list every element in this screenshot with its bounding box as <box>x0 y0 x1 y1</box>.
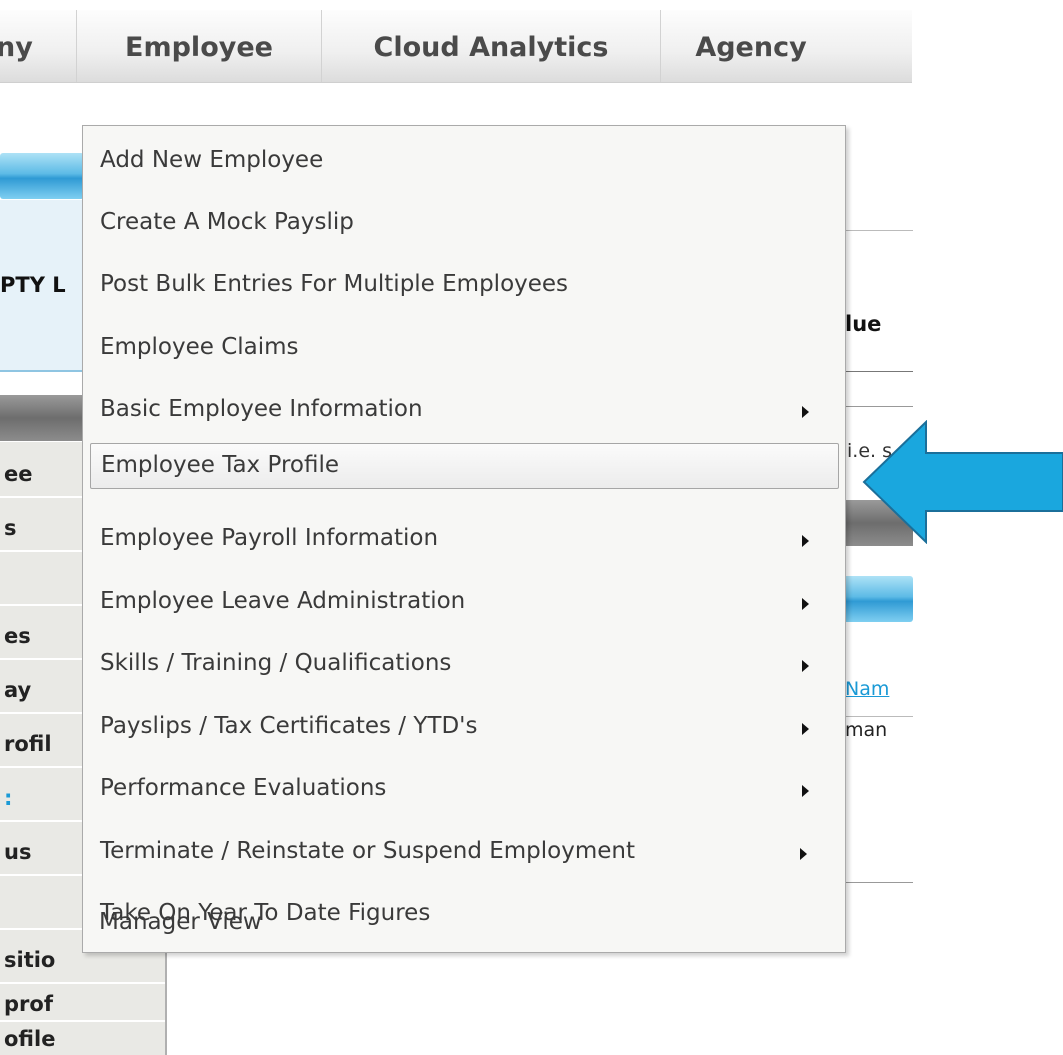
menu-item-label: Basic Employee Information <box>100 396 423 422</box>
menu-item-label: Terminate / Reinstate or Suspend Employm… <box>100 838 635 864</box>
menu-item-label: Employee Payroll Information <box>100 525 439 551</box>
menu-item-label: Performance Evaluations <box>100 775 387 801</box>
menu-item-label: Employee Leave Administration <box>100 588 466 614</box>
nav-tab-employee[interactable]: Employee <box>77 10 321 82</box>
menu-item-employee-claims[interactable]: Employee Claims <box>83 318 845 378</box>
sidebar-item-label: prof <box>4 992 53 1016</box>
nav-tab-cloud-analytics[interactable]: Cloud Analytics <box>322 10 660 82</box>
employee-dropdown-menu: Add New Employee Create A Mock Payslip P… <box>82 125 846 953</box>
menu-item-terminate-reinstate-suspend[interactable]: Terminate / Reinstate or Suspend Employm… <box>83 822 845 882</box>
menu-item-create-mock-payslip[interactable]: Create A Mock Payslip <box>83 193 845 253</box>
name-cell-fragment: man <box>845 716 913 741</box>
menu-item-label: Skills / Training / Qualifications <box>100 650 452 676</box>
submenu-arrow-icon <box>802 535 809 547</box>
sidebar-item-label: sitio <box>4 948 56 972</box>
menu-item-add-new-employee[interactable]: Add New Employee <box>83 131 845 191</box>
callout-arrow-icon <box>862 420 1063 544</box>
menu-item-label: Add New Employee <box>100 147 324 173</box>
gray-section-bar-left <box>0 395 84 441</box>
submenu-arrow-icon <box>802 723 809 735</box>
menu-item-label: Create A Mock Payslip <box>100 209 354 235</box>
value-column-header: lue <box>845 312 882 336</box>
menu-item-label: Post Bulk Entries For Multiple Employees <box>100 271 569 297</box>
sidebar-item-label: ee <box>4 462 33 486</box>
menu-item-payslips-tax-certificates[interactable]: Payslips / Tax Certificates / YTD's <box>83 697 845 757</box>
menu-item-post-bulk-entries[interactable]: Post Bulk Entries For Multiple Employees <box>83 255 845 315</box>
top-navigation-bar: ny Employee Cloud Analytics Agency <box>0 10 912 83</box>
menu-item-label: Manager View <box>99 909 262 935</box>
sidebar-item[interactable]: ofile <box>0 1020 165 1055</box>
submenu-arrow-icon <box>802 660 809 672</box>
nav-tab-company[interactable]: ny <box>0 10 76 82</box>
submenu-arrow-icon <box>800 848 807 860</box>
value-column-box <box>845 230 913 372</box>
nav-tab-agency[interactable]: Agency <box>661 10 841 82</box>
menu-item-label: Payslips / Tax Certificates / YTD's <box>100 713 478 739</box>
submenu-arrow-icon <box>802 598 809 610</box>
submenu-arrow-icon <box>802 406 809 418</box>
menu-item-label: Employee Tax Profile <box>101 452 339 478</box>
menu-item-performance-evaluations[interactable]: Performance Evaluations <box>83 759 845 819</box>
sidebar-item[interactable]: prof <box>0 982 165 1022</box>
sidebar-item-label: ay <box>4 678 32 702</box>
menu-item-employee-tax-profile[interactable]: Employee Tax Profile <box>90 443 839 489</box>
name-column-link[interactable]: Nam <box>845 678 913 700</box>
menu-item-label: Employee Claims <box>100 334 299 360</box>
sidebar-item-label: s <box>4 516 17 540</box>
sidebar-item-label: rofil <box>4 732 52 756</box>
sidebar-item-label: ofile <box>4 1027 56 1051</box>
menu-item-employee-payroll-information[interactable]: Employee Payroll Information <box>83 509 845 569</box>
menu-item-manager-view[interactable]: Manager View <box>82 889 844 949</box>
submenu-arrow-icon <box>802 785 809 797</box>
menu-item-skills-training-qualifications[interactable]: Skills / Training / Qualifications <box>83 634 845 694</box>
sidebar-item-label: es <box>4 624 31 648</box>
menu-item-employee-leave-administration[interactable]: Employee Leave Administration <box>83 572 845 632</box>
section-header-bar <box>0 153 84 199</box>
sidebar-item-label: : <box>4 786 13 810</box>
company-name-fragment: PTY L <box>0 273 66 297</box>
sidebar-item-label: us <box>4 840 32 864</box>
section-header-bar-right <box>845 576 913 622</box>
menu-item-basic-employee-information[interactable]: Basic Employee Information <box>83 380 845 440</box>
